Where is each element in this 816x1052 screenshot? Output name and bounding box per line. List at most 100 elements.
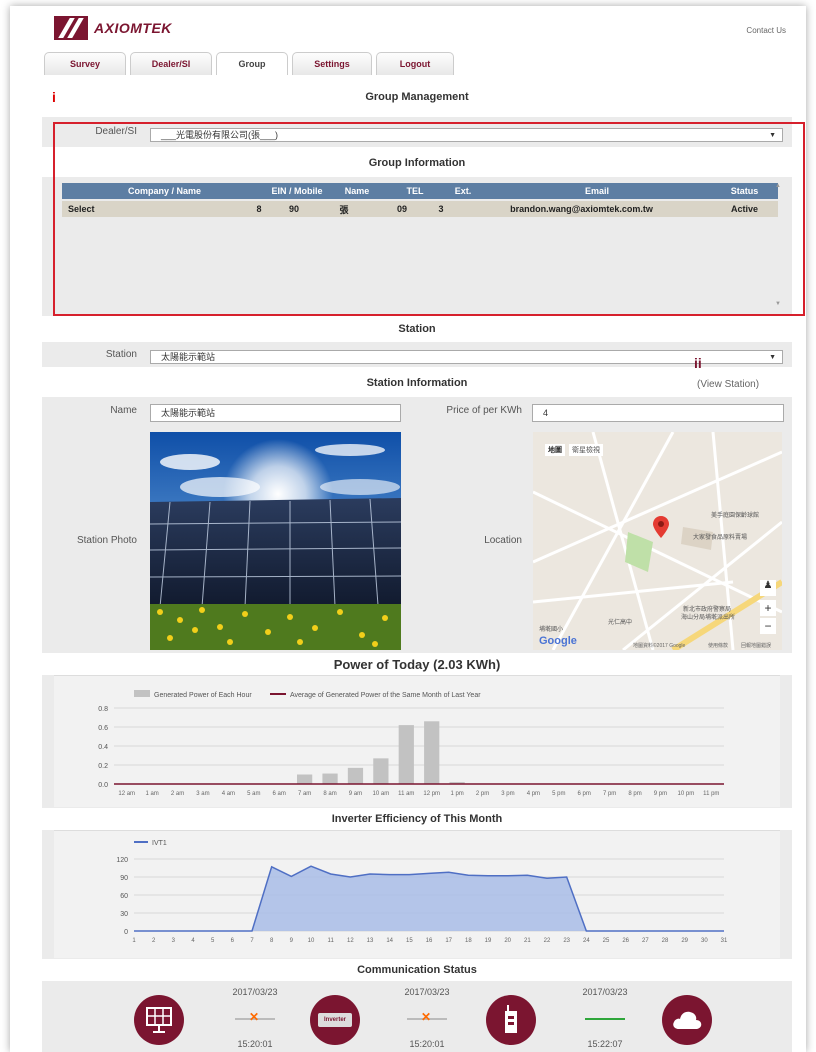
x-tick-label: 4 pm (527, 791, 540, 797)
comm-title: Communication Status (357, 964, 477, 976)
link3-date: 2017/03/23 (582, 987, 628, 997)
x-tick-label: 7 (250, 938, 254, 944)
tab-logout[interactable]: Logout (376, 52, 454, 75)
x-tick-label: 12 am (118, 791, 135, 797)
x-tick-label: 3 pm (501, 791, 514, 797)
google-logo: Google (539, 635, 577, 647)
x-tick-label: 2 am (171, 791, 184, 797)
map-terms-link[interactable]: 使用條款 (708, 642, 728, 649)
y-tick-label: 0.2 (98, 763, 108, 770)
x-tick-label: 11 (328, 938, 335, 944)
x-tick-label: 10 am (373, 791, 390, 797)
name-field[interactable]: 太陽能示範站 (150, 404, 401, 422)
map-pin-icon[interactable] (653, 516, 669, 538)
cloud-icon (673, 1011, 702, 1029)
group-page: i Group Management Dealer/SI ___光電股份有限公司… (42, 75, 805, 1052)
datalogger-icon (505, 1005, 517, 1033)
link2-time: 15:20:01 (409, 1039, 445, 1049)
x-tick-label: 3 (172, 938, 176, 944)
legend-label: Average of Generated Power of the Same M… (290, 692, 481, 699)
x-tick-label: 2 pm (476, 791, 489, 797)
y-tick-label: 60 (120, 893, 128, 900)
link3-time: 15:22:07 (587, 1039, 623, 1049)
price-field[interactable]: 4 (532, 404, 784, 422)
solar-panel-icon (146, 1007, 172, 1033)
x-tick-label: 14 (386, 938, 393, 944)
contact-us-link[interactable]: Contact Us (746, 26, 786, 35)
location-label: Location (484, 535, 522, 546)
x-tick-label: 11 am (398, 791, 414, 797)
map-label: 光仁高中 (608, 620, 633, 626)
logo-mark-icon (54, 16, 88, 40)
map-label: 海山分局埔墘派出所 (681, 615, 736, 621)
name-label: Name (110, 405, 137, 416)
efficiency-chart-panel: IVT1 0 30 60 90 120 1 2 3 4 5 6 7 8 9 10 11 12 13 14 15 16 17 1… (54, 830, 780, 958)
y-tick-label: 30 (120, 911, 128, 918)
inverter-device[interactable]: Inverter (310, 995, 360, 1045)
map-labels: 地圖 衛星檢視 新北市政府警察局 海山分局埔墘派出所 美手庭園保齡球館 大家發食… (533, 432, 782, 650)
map-attribution: 地圖資料©2017 Google (633, 643, 686, 649)
x-tick-label: 31 (721, 938, 728, 944)
annotation-ii: ii (694, 355, 702, 371)
x-tick-label: 12 pm (423, 791, 440, 797)
zoom-out-button[interactable]: − (760, 618, 776, 634)
link2-date: 2017/03/23 (404, 987, 450, 997)
x-tick-label: 8 am (323, 791, 336, 797)
x-tick-label: 21 (524, 938, 531, 944)
x-tick-label: 16 (426, 938, 433, 944)
legend-bar-swatch (134, 690, 150, 697)
x-tick-label: 15 (406, 938, 413, 944)
annotation-frame-i (53, 122, 805, 316)
x-tick-label: 7 am (298, 791, 311, 797)
y-tick-label: 0 (124, 929, 128, 936)
y-tick-label: 0.6 (98, 725, 108, 732)
efficiency-title: Inverter Efficiency of This Month (331, 813, 503, 825)
station-title: Station (398, 323, 436, 335)
cloud-server[interactable] (662, 995, 712, 1045)
zoom-in-button[interactable]: + (760, 600, 776, 616)
inverter-icon: Inverter (318, 1013, 352, 1027)
datalogger-device[interactable] (486, 995, 536, 1045)
x-tick-label: 19 (485, 938, 492, 944)
main-tabs: Survey Dealer/SI Group Settings Logout (44, 52, 458, 75)
x-tick-label: 7 pm (603, 791, 616, 797)
x-tick-label: 13 (367, 938, 374, 944)
x-tick-label: 1 am (145, 791, 158, 797)
x-tick-label: 5 am (247, 791, 260, 797)
x-tick-label: 1 (132, 938, 136, 944)
brand-logo[interactable]: AXIOMTEK (54, 14, 172, 42)
efficiency-chart: IVT103060901201 2 3 4 5 6 7 8 9 10 11 12 13 14 15 16 17 1… (116, 840, 728, 944)
x-tick-label: 9 pm (654, 791, 667, 797)
location-map[interactable]: 地圖 衛星檢視 新北市政府警察局 海山分局埔墘派出所 美手庭園保齡球館 大家發食… (533, 432, 782, 650)
station-label: Station (105, 349, 137, 360)
legend-label: Generated Power of Each Hour (154, 692, 252, 699)
tab-survey[interactable]: Survey (44, 52, 126, 75)
power-bar (424, 721, 440, 784)
map-report-link[interactable]: 回報地圖錯誤 (741, 642, 771, 649)
power-chart-panel: Generated Power of Each Hour Average of G… (54, 675, 780, 807)
solar-panel-device[interactable] (134, 995, 184, 1045)
x-tick-label: 4 (191, 938, 195, 944)
x-tick-label: 18 (465, 938, 472, 944)
link3-ok-line (585, 1018, 625, 1020)
map-label: 埔墘國小 (539, 627, 564, 633)
map-view-button[interactable]: 地圖 (545, 444, 565, 456)
efficiency-area (134, 866, 724, 931)
station-select[interactable]: 太陽能示範站 ▼ (150, 350, 783, 364)
x-tick-label: 22 (544, 938, 551, 944)
link1-date: 2017/03/23 (232, 987, 278, 997)
price-label: Price of per KWh (446, 405, 522, 416)
y-tick-label: 120 (116, 857, 128, 864)
view-station-link[interactable]: (View Station) (697, 379, 759, 390)
power-chart: Generated Power of Each Hour Average of G… (98, 690, 724, 797)
satellite-view-button[interactable]: 衛星檢視 (569, 444, 603, 456)
link1-fail-icon: ✕ (249, 1010, 260, 1024)
tab-settings[interactable]: Settings (292, 52, 372, 75)
power-bar (347, 767, 364, 784)
power-bar (297, 774, 313, 784)
x-tick-label: 25 (603, 938, 610, 944)
tab-group[interactable]: Group (216, 52, 288, 75)
tab-dealer-si[interactable]: Dealer/SI (130, 52, 212, 75)
street-view-icon[interactable]: ♟ (760, 580, 776, 596)
x-tick-label: 8 pm (628, 791, 641, 797)
